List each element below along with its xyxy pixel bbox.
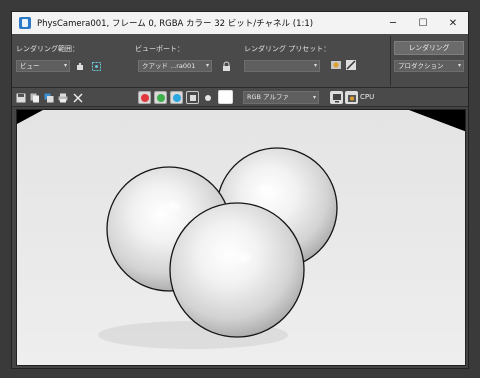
window-controls: ─ ☐ ✕ bbox=[378, 12, 468, 34]
viewport-dropdown[interactable]: クアッド ...ra001 ▾ bbox=[138, 60, 212, 72]
window-title: PhysCamera001, フレーム 0, RGBA カラー 32 ビット/チ… bbox=[37, 19, 314, 29]
render-settings-panel: レンダリング範囲： ビュー ▾ ビューポート： クアッド ...ra001 ▾ レン… bbox=[12, 34, 468, 88]
viewport-label: ビューポート： bbox=[135, 45, 184, 53]
preset-dropdown[interactable]: ▾ bbox=[244, 60, 320, 72]
app-icon bbox=[19, 17, 31, 29]
maximize-button[interactable]: ☐ bbox=[408, 12, 438, 34]
rendered-image bbox=[17, 110, 465, 365]
area-dropdown[interactable]: ビュー ▾ bbox=[16, 60, 70, 72]
blue-channel-icon bbox=[172, 93, 181, 102]
save-icon[interactable] bbox=[15, 92, 26, 103]
green-channel-icon bbox=[156, 93, 165, 102]
channel-dropdown[interactable]: RGB アルファ ▾ bbox=[243, 91, 319, 104]
close-button[interactable]: ✕ bbox=[438, 12, 468, 34]
area-label: レンダリング範囲： bbox=[16, 45, 79, 53]
monochrome-toggle[interactable] bbox=[186, 91, 199, 104]
lock-icon[interactable] bbox=[220, 60, 232, 72]
edit-region-icon[interactable] bbox=[74, 60, 86, 72]
frame-buffer-icon[interactable] bbox=[330, 91, 343, 104]
environment-icon[interactable] bbox=[345, 59, 357, 71]
viewport-value: クアッド ...ra001 bbox=[142, 62, 196, 70]
title-bar[interactable]: PhysCamera001, フレーム 0, RGBA カラー 32 ビット/チ… bbox=[12, 12, 468, 34]
red-channel-icon bbox=[140, 93, 149, 102]
render-viewport[interactable] bbox=[16, 109, 466, 366]
render-button[interactable]: レンダリング bbox=[394, 41, 464, 55]
blue-channel-toggle[interactable] bbox=[170, 91, 183, 104]
panel-divider bbox=[390, 36, 391, 86]
auto-region-icon[interactable] bbox=[90, 60, 102, 72]
channel-value: RGB アルファ bbox=[247, 93, 290, 101]
print-icon[interactable] bbox=[57, 92, 68, 103]
monochrome-icon bbox=[189, 94, 196, 101]
copy-icon[interactable] bbox=[29, 92, 40, 103]
render-mode-dropdown[interactable]: プロダクション ▾ bbox=[394, 60, 464, 72]
render-frame-window: PhysCamera001, フレーム 0, RGBA カラー 32 ビット/チ… bbox=[11, 11, 469, 369]
clear-icon[interactable] bbox=[72, 92, 83, 103]
color-swatch[interactable] bbox=[218, 90, 233, 104]
render-mode-value: プロダクション bbox=[398, 62, 444, 70]
chevron-down-icon: ▾ bbox=[457, 62, 461, 69]
green-channel-toggle[interactable] bbox=[154, 91, 167, 104]
chevron-down-icon: ▾ bbox=[313, 62, 317, 69]
area-value: ビュー bbox=[20, 62, 40, 70]
alpha-dot-icon[interactable] bbox=[202, 92, 213, 103]
red-channel-toggle[interactable] bbox=[138, 91, 151, 104]
preset-label: レンダリング プリセット： bbox=[244, 45, 331, 53]
sphere-front bbox=[169, 202, 305, 338]
render-setup-icon[interactable] bbox=[330, 59, 342, 71]
frame-toolbar: RGB アルファ ▾ CPU bbox=[12, 88, 468, 107]
chevron-down-icon: ▾ bbox=[63, 62, 67, 69]
minimize-button[interactable]: ─ bbox=[378, 12, 408, 34]
chevron-down-icon: ▾ bbox=[312, 94, 316, 101]
clone-window-icon[interactable] bbox=[43, 92, 54, 103]
render-history-icon[interactable] bbox=[345, 91, 358, 104]
renderer-label: CPU bbox=[360, 93, 375, 101]
chevron-down-icon: ▾ bbox=[205, 62, 209, 69]
